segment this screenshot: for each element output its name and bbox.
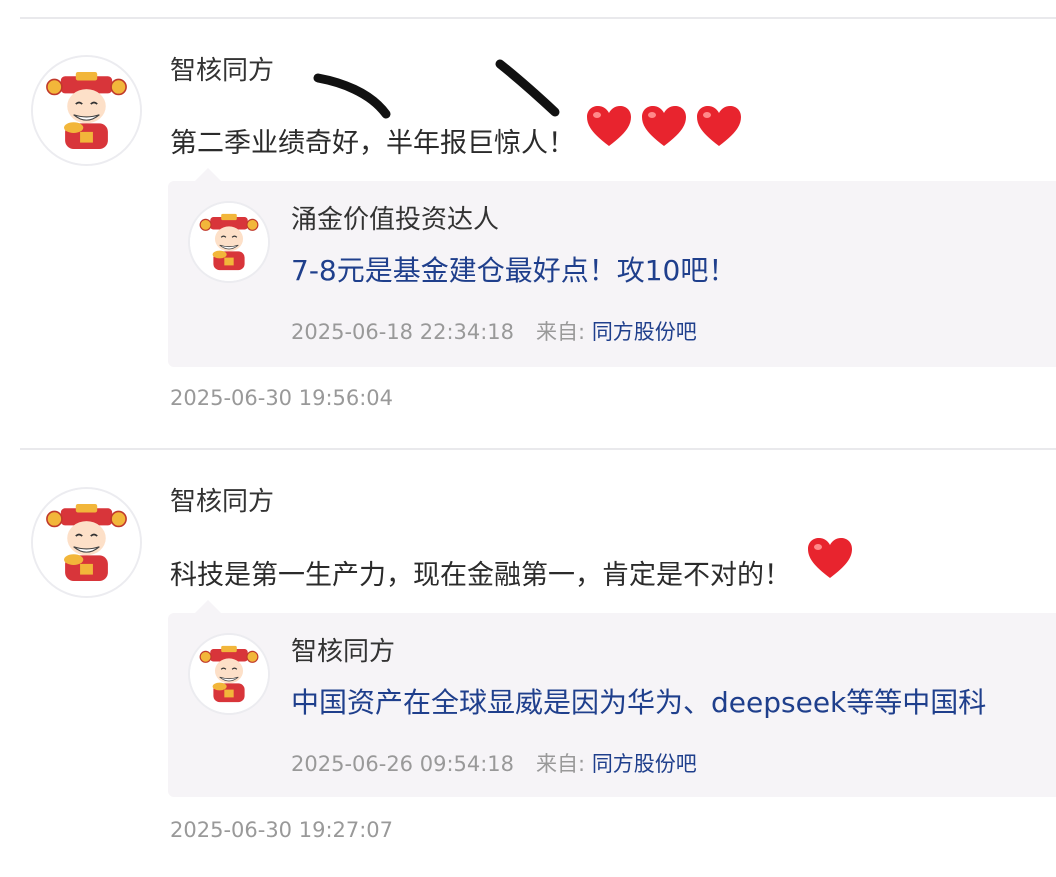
from-label: 来自:: [536, 320, 586, 344]
heart-emoji-icon: [585, 104, 633, 148]
comment-text: 科技是第一生产力，现在金融第一，肯定是不对的！: [170, 560, 791, 591]
quoted-time: 2025-06-26 09:54:18: [291, 752, 515, 776]
avatar[interactable]: [188, 201, 270, 283]
quoted-comment[interactable]: 智核同方 中国资产在全球显威是因为华为、deepseek等等中国科 2025-0…: [168, 613, 1056, 797]
source-link[interactable]: 同方股份吧: [592, 752, 697, 776]
avatar[interactable]: [188, 633, 270, 715]
heart-emoji-icon: [695, 104, 743, 148]
quoted-text[interactable]: 中国资产在全球显威是因为华为、deepseek等等中国科: [291, 681, 986, 721]
source-link[interactable]: 同方股份吧: [592, 320, 697, 344]
quoted-author-name[interactable]: 智核同方: [291, 631, 395, 668]
quoted-author-name[interactable]: 涌金价值投资达人: [291, 199, 499, 236]
avatar[interactable]: [31, 487, 142, 598]
comment-text: 第二季业绩奇好，半年报巨惊人！: [170, 128, 575, 159]
divider: [20, 17, 1056, 19]
author-name[interactable]: 智核同方: [170, 481, 274, 518]
quoted-text[interactable]: 7-8元是基金建仓最好点！攻10吧！: [291, 249, 736, 289]
comment-time: 2025-06-30 19:27:07: [170, 818, 394, 842]
caishen-avatar-icon: [190, 203, 268, 281]
caishen-avatar-icon: [190, 635, 268, 713]
avatar[interactable]: [31, 55, 142, 166]
comment-list: 智核同方 第二季业绩奇好，半年报巨惊人！ 涌金价值投资达人 7-8元是基金建仓最…: [0, 0, 1056, 877]
quoted-time: 2025-06-18 22:34:18: [291, 320, 515, 344]
quoted-meta: 2025-06-18 22:34:18 来自: 同方股份吧: [291, 316, 697, 346]
caishen-avatar-icon: [33, 57, 140, 164]
from-label: 来自:: [536, 752, 586, 776]
quote-pointer: [194, 600, 222, 614]
author-name[interactable]: 智核同方: [170, 50, 274, 87]
comment-time: 2025-06-30 19:56:04: [170, 386, 394, 410]
caishen-avatar-icon: [33, 489, 140, 596]
quoted-meta: 2025-06-26 09:54:18 来自: 同方股份吧: [291, 748, 697, 778]
heart-emoji-icon: [640, 104, 688, 148]
quote-pointer: [194, 168, 222, 182]
quoted-comment[interactable]: 涌金价值投资达人 7-8元是基金建仓最好点！攻10吧！ 2025-06-18 2…: [168, 181, 1056, 367]
heart-emoji-icon: [806, 536, 854, 580]
divider: [20, 448, 1056, 450]
